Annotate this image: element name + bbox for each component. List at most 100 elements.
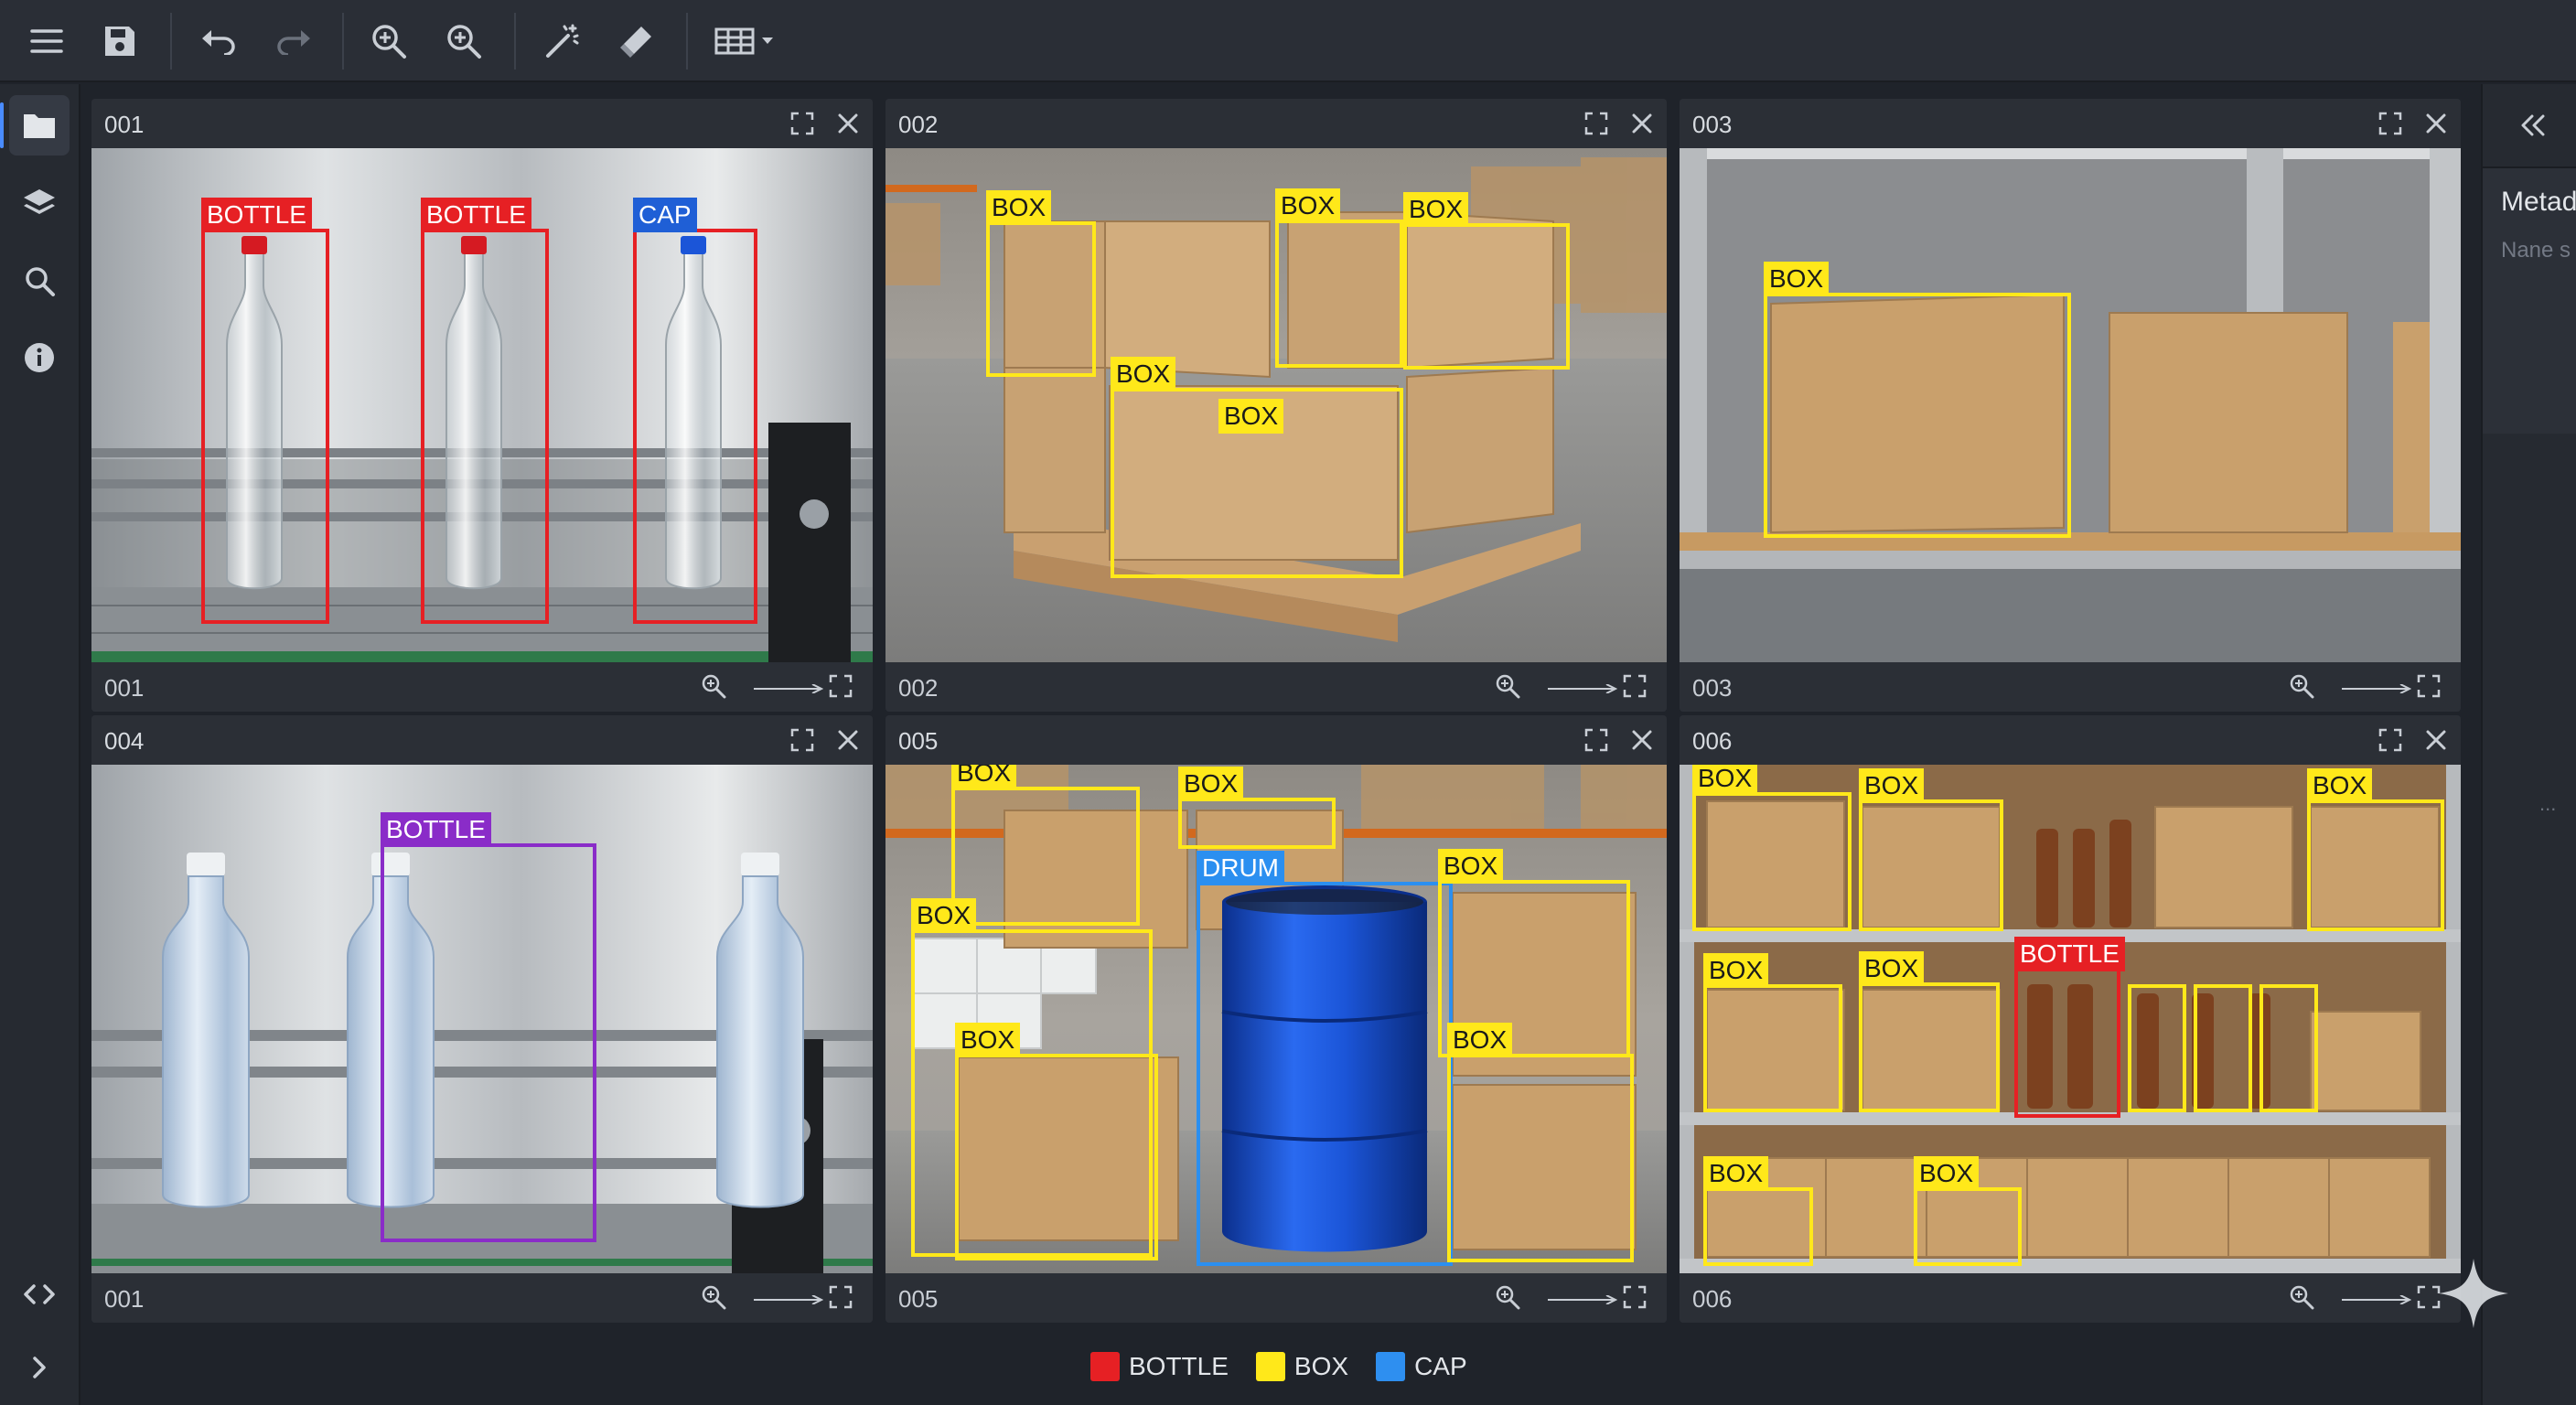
bbox-box[interactable]: BOX xyxy=(1703,1156,1813,1266)
bbox-box[interactable]: BOX xyxy=(1914,1156,2022,1266)
close-icon[interactable] xyxy=(1630,112,1654,135)
zoom-icon[interactable] xyxy=(1495,673,1520,699)
left-rail xyxy=(0,84,80,1405)
metadata-name-field[interactable]: Nane s xyxy=(2501,238,2571,263)
bbox-box[interactable]: BOX xyxy=(1178,767,1336,849)
zoom-slider-arrow-icon[interactable] xyxy=(1548,684,1617,693)
panel-footer-label: 001 xyxy=(104,1285,145,1313)
panel-footer: 005 xyxy=(886,1273,1667,1323)
legend-item-bottle[interactable]: BOTTLE xyxy=(1090,1352,1229,1381)
zoom-icon[interactable] xyxy=(2289,673,2314,699)
zoom-icon[interactable] xyxy=(701,673,726,699)
bbox-box[interactable]: BOX xyxy=(955,1023,1158,1260)
bbox-box[interactable]: BOX xyxy=(1692,765,1852,931)
bbox-drum[interactable]: DRUM xyxy=(1197,851,1453,1266)
expand-icon[interactable] xyxy=(1584,112,1608,135)
bbox-label: DRUM xyxy=(1197,851,1284,885)
bbox-box[interactable]: BOX xyxy=(1764,262,2071,538)
bbox-box[interactable]: BOX xyxy=(1859,768,2003,931)
panel-title: 004 xyxy=(104,727,145,755)
close-icon[interactable] xyxy=(2424,728,2448,752)
zoom-icon[interactable] xyxy=(2289,1284,2314,1310)
bbox-bottle-unlabeled[interactable] xyxy=(2128,984,2186,1112)
image-viewport[interactable]: BOX BOX BOX BOX BOX BOTTLE BOX BOX xyxy=(1680,765,2461,1273)
zoom-out-icon[interactable] xyxy=(439,16,488,66)
bbox-bottle-unlabeled[interactable] xyxy=(2194,984,2252,1112)
bbox-label: BOX xyxy=(1692,765,1758,796)
close-icon[interactable] xyxy=(2424,112,2448,135)
panel-footer: 006 xyxy=(1680,1273,2461,1323)
fit-to-screen-icon[interactable] xyxy=(1623,674,1647,698)
expand-icon[interactable] xyxy=(790,112,814,135)
image-panel-002[interactable]: 002 BOX BOX BOX BOX BOX 002 xyxy=(886,99,1667,712)
image-panel-001[interactable]: 001 BOTTLE BOTTLE CAP 001 xyxy=(91,99,873,712)
image-panel-005[interactable]: 005 BOX BOX DRUM BOX BOX BOX BOX 005 xyxy=(886,715,1667,1323)
eraser-icon[interactable] xyxy=(611,16,660,66)
zoom-slider-arrow-icon[interactable] xyxy=(1548,1295,1617,1304)
collapse-panel-icon[interactable] xyxy=(2519,112,2547,139)
bbox-box[interactable]: BOX xyxy=(1703,953,1842,1112)
layers-icon[interactable] xyxy=(9,174,70,234)
panel-footer-label: 005 xyxy=(898,1285,939,1313)
legend-item-box[interactable]: BOX xyxy=(1255,1352,1348,1381)
zoom-icon[interactable] xyxy=(1495,1284,1520,1310)
bbox-box[interactable]: BOX xyxy=(1218,399,1284,445)
expand-icon[interactable] xyxy=(2378,728,2402,752)
legend-label: CAP xyxy=(1414,1352,1467,1380)
panel-footer: 001 xyxy=(91,662,873,712)
legend-item-cap[interactable]: CAP xyxy=(1376,1352,1467,1381)
image-viewport[interactable]: BOTTLE xyxy=(91,765,873,1273)
bbox-bottle-unlabeled[interactable] xyxy=(2259,984,2318,1112)
bbox-box[interactable]: BOX xyxy=(1447,1023,1634,1262)
close-icon[interactable] xyxy=(836,112,860,135)
bbox-box[interactable]: BOX xyxy=(1403,192,1570,370)
expand-icon[interactable] xyxy=(2378,112,2402,135)
search-icon[interactable] xyxy=(9,251,70,311)
image-viewport[interactable]: BOX BOX BOX BOX BOX xyxy=(886,148,1667,662)
magic-wand-icon[interactable] xyxy=(538,16,587,66)
folder-icon[interactable] xyxy=(0,95,70,156)
zoom-slider-arrow-icon[interactable] xyxy=(754,684,823,693)
image-viewport[interactable]: BOX BOX DRUM BOX BOX BOX BOX xyxy=(886,765,1667,1273)
zoom-in-icon[interactable] xyxy=(364,16,413,66)
bbox-bottle[interactable]: BOTTLE xyxy=(381,812,596,1242)
undo-icon[interactable] xyxy=(194,16,243,66)
info-icon[interactable] xyxy=(9,327,70,388)
grid-layout-icon[interactable] xyxy=(710,16,783,66)
bbox-cap[interactable]: CAP xyxy=(633,198,757,624)
zoom-slider-arrow-icon[interactable] xyxy=(754,1295,823,1304)
bbox-box[interactable]: BOX xyxy=(2307,768,2444,931)
fit-to-screen-icon[interactable] xyxy=(829,674,853,698)
redo-icon[interactable] xyxy=(269,16,318,66)
more-indicator: ... xyxy=(2539,792,2557,815)
save-icon[interactable] xyxy=(95,16,145,66)
chevron-right-icon[interactable] xyxy=(9,1337,70,1398)
expand-icon[interactable] xyxy=(790,728,814,752)
fit-to-screen-icon[interactable] xyxy=(2417,674,2441,698)
bbox-label: BOX xyxy=(1447,1023,1513,1057)
image-viewport[interactable]: BOTTLE BOTTLE CAP xyxy=(91,148,873,662)
bbox-bottle[interactable]: BOTTLE xyxy=(201,198,329,624)
image-viewport[interactable]: BOX xyxy=(1680,148,2461,662)
bbox-label: CAP xyxy=(633,198,697,232)
panel-footer: 002 xyxy=(886,662,1667,712)
bbox-box[interactable]: BOX xyxy=(1859,951,2000,1112)
bbox-bottle[interactable]: BOTTLE xyxy=(421,198,549,624)
image-panel-003[interactable]: 003 BOX 003 xyxy=(1680,99,2461,712)
bbox-bottle[interactable]: BOTTLE xyxy=(2014,937,2125,1118)
close-icon[interactable] xyxy=(836,728,860,752)
bbox-box[interactable]: BOX xyxy=(951,765,1140,926)
close-icon[interactable] xyxy=(1630,728,1654,752)
bbox-box[interactable]: BOX xyxy=(986,190,1096,377)
image-panel-006[interactable]: 006 BOX BOX BOX BOX BOX BOTTLE BOX BOX 0… xyxy=(1680,715,2461,1323)
code-icon[interactable] xyxy=(9,1264,70,1325)
expand-icon[interactable] xyxy=(1584,728,1608,752)
fit-to-screen-icon[interactable] xyxy=(1623,1285,1647,1309)
zoom-slider-arrow-icon[interactable] xyxy=(2342,1295,2411,1304)
bbox-box[interactable]: BOX xyxy=(1275,188,1403,368)
menu-icon[interactable] xyxy=(22,16,71,66)
zoom-icon[interactable] xyxy=(701,1284,726,1310)
fit-to-screen-icon[interactable] xyxy=(829,1285,853,1309)
zoom-slider-arrow-icon[interactable] xyxy=(2342,684,2411,693)
image-panel-004[interactable]: 004 BOTTLE 001 xyxy=(91,715,873,1323)
